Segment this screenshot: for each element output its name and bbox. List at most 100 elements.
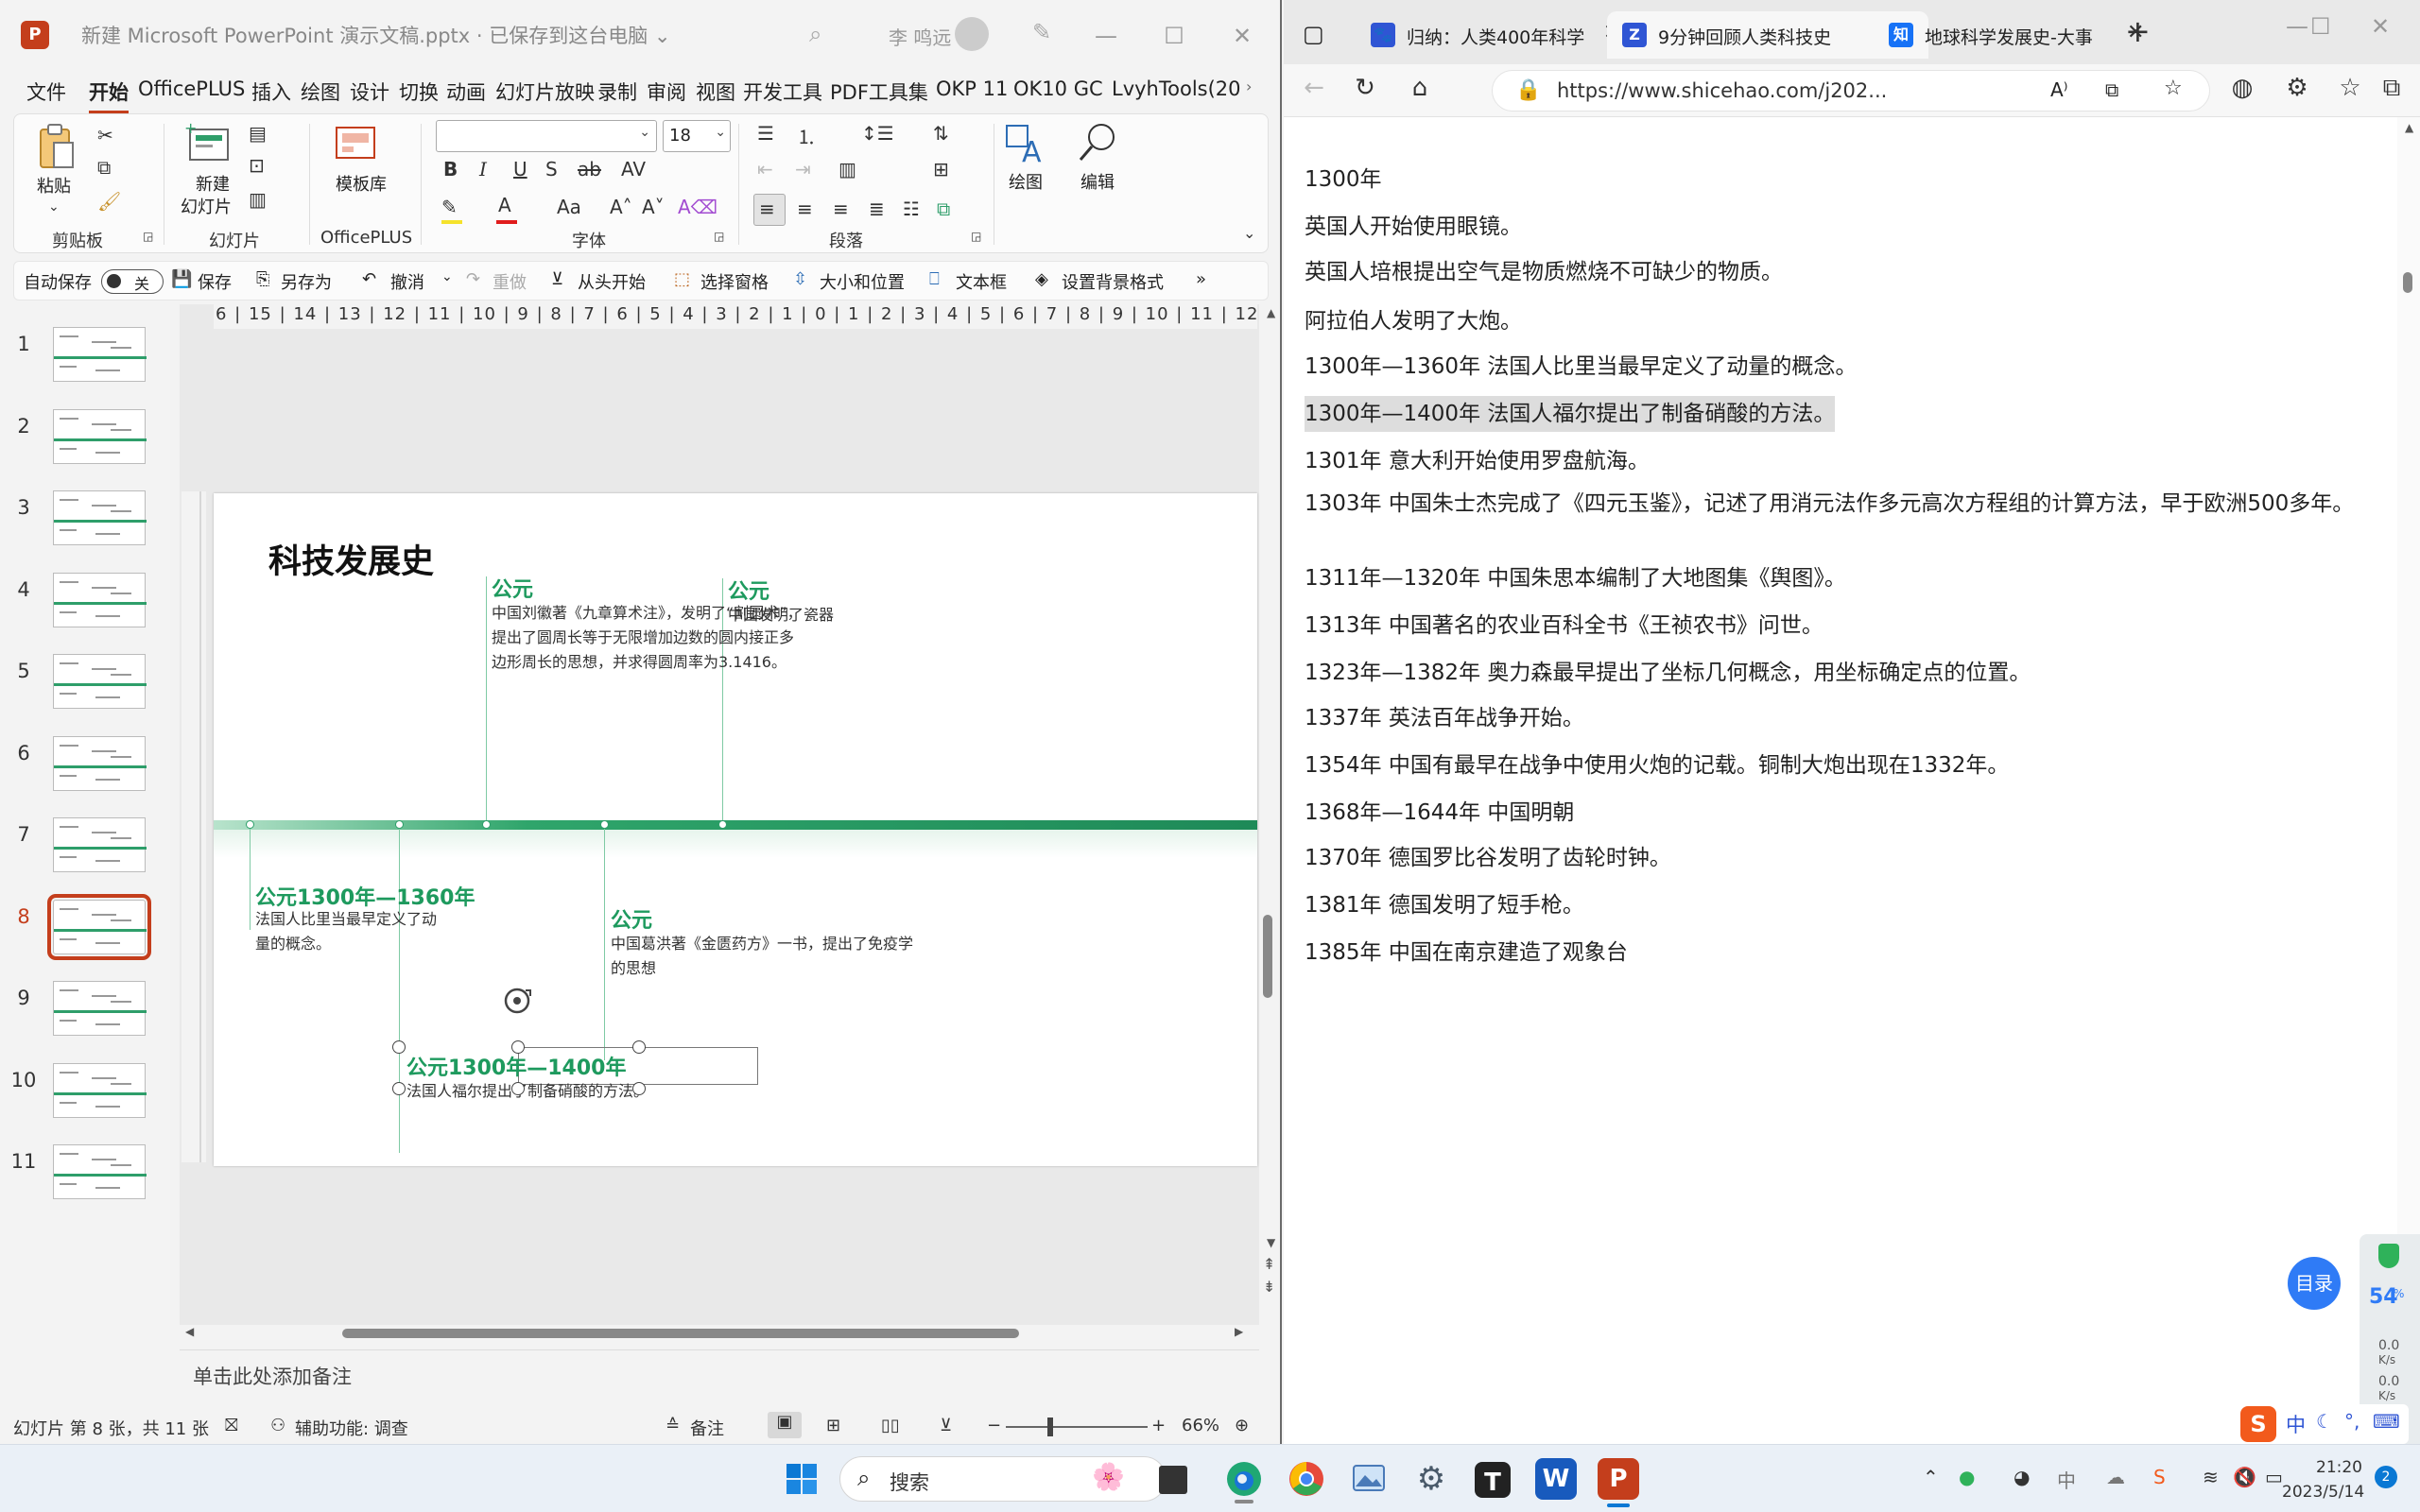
slide-canvas[interactable]: 科技发展史 公元 中国刘徽著《九章算术注》，发明了“割圆术”，提出了圆周长等于无…: [214, 493, 1257, 1166]
chrome-icon[interactable]: [1286, 1458, 1327, 1500]
home-icon[interactable]: ⌂: [1401, 74, 1439, 102]
url-text[interactable]: https://www.shicehao.com/j202...: [1557, 79, 1887, 102]
bold-button[interactable]: B: [443, 158, 458, 180]
change-case-button[interactable]: Aa: [557, 196, 581, 218]
windows-start-icon[interactable]: [781, 1458, 822, 1500]
slideshow-icon[interactable]: ⊻: [940, 1416, 952, 1435]
slide-thumbnail[interactable]: 10: [0, 1061, 180, 1118]
tab-home[interactable]: 开始: [89, 77, 129, 113]
font-color-icon[interactable]: A: [496, 194, 517, 224]
settings-gear-icon[interactable]: ⚙: [1410, 1458, 1452, 1500]
textbox-icon[interactable]: ⎕: [929, 269, 940, 289]
paragraph-launcher-icon[interactable]: ◲: [971, 230, 981, 243]
search-icon[interactable]: ⌕: [809, 21, 821, 47]
keyboard-icon[interactable]: ⌨: [2373, 1410, 2400, 1433]
notes-button[interactable]: 备注: [690, 1416, 724, 1440]
document-title[interactable]: 新建 Microsoft PowerPoint 演示文稿.pptx · 已保存到…: [81, 21, 671, 49]
decrease-indent-icon[interactable]: ⇤: [757, 158, 773, 180]
tab-design[interactable]: 设计: [350, 77, 389, 106]
normal-view-button[interactable]: ▣: [768, 1412, 802, 1438]
copy-icon[interactable]: ⧉: [97, 156, 111, 179]
read-aloud-icon[interactable]: A⁾: [2050, 78, 2068, 101]
bg-format-icon[interactable]: ◈: [1035, 269, 1048, 289]
event-heading[interactable]: 公元: [611, 903, 652, 934]
horizontal-scrollbar[interactable]: ◀ ▶: [185, 1321, 1250, 1346]
ime-lang[interactable]: 中: [2057, 1466, 2076, 1493]
text-direction-icon[interactable]: ⇅: [933, 122, 949, 145]
resize-handle[interactable]: [632, 1040, 646, 1054]
selection-pane-button[interactable]: 选择窗格: [700, 269, 769, 294]
split-screen-icon[interactable]: ⧉: [2105, 78, 2118, 101]
refresh-icon[interactable]: ↻: [1346, 74, 1384, 102]
slide-thumbnail-image[interactable]: [53, 1144, 147, 1199]
vertical-scroll-thumb[interactable]: [1263, 915, 1272, 998]
tab-draw[interactable]: 绘图: [301, 77, 340, 106]
back-icon[interactable]: ←: [1295, 74, 1333, 102]
char-spacing-button[interactable]: AV: [621, 158, 646, 180]
format-painter-icon[interactable]: 🖌: [97, 190, 121, 213]
tab-officeplus[interactable]: OfficePLUS: [138, 77, 245, 100]
minimize-button[interactable]: —: [1087, 17, 1125, 55]
clock-time[interactable]: 21:20: [2316, 1458, 2362, 1477]
bg-format-button[interactable]: 设置背景格式: [1062, 269, 1164, 294]
slide-thumbnail-image[interactable]: [53, 490, 147, 545]
extensions-puzzle-icon[interactable]: ⚙: [2278, 74, 2316, 102]
next-slide-icon[interactable]: ⇟: [1263, 1278, 1275, 1296]
accessibility-status[interactable]: 辅助功能: 调查: [295, 1416, 408, 1440]
underline-button[interactable]: U: [513, 158, 527, 180]
slide-thumbnail[interactable]: 6: [0, 734, 180, 791]
tab-scroll-right-icon[interactable]: ›: [1246, 77, 1252, 95]
event-text[interactable]: 法国人比里当最早定义了动量的概念。: [255, 907, 444, 956]
browser-tab[interactable]: 知 地球科学发展史-大事 ✕: [1874, 11, 2157, 59]
textbox-button[interactable]: 文本框: [956, 269, 1007, 294]
event-heading[interactable]: 公元1300年—1400年: [406, 1051, 626, 1081]
notes-icon[interactable]: ≙: [666, 1416, 680, 1435]
resize-handle[interactable]: [511, 1040, 525, 1054]
tray-overflow-icon[interactable]: ⌃: [1923, 1466, 1939, 1488]
paste-icon[interactable]: [35, 122, 77, 171]
favorites-icon[interactable]: ☆: [2331, 74, 2369, 102]
address-bar[interactable]: 🔒 https://www.shicehao.com/j202... A⁾ ⧉ …: [1492, 70, 2210, 112]
undo-dropdown-icon[interactable]: ⌄: [441, 269, 453, 284]
undo-icon[interactable]: ↶: [362, 269, 376, 289]
italic-button[interactable]: I: [479, 158, 487, 180]
save-as-icon[interactable]: ⎘: [256, 269, 269, 289]
resize-handle[interactable]: [511, 1082, 525, 1095]
battery-icon[interactable]: ▭: [2265, 1466, 2283, 1488]
slide-thumbnail[interactable]: 5: [0, 652, 180, 709]
tab-insert[interactable]: 插入: [251, 77, 291, 106]
wifi-icon[interactable]: ≋: [2203, 1466, 2219, 1488]
slide-thumbnail-image[interactable]: [53, 981, 147, 1036]
task-view-icon[interactable]: [1159, 1466, 1187, 1494]
justify-icon[interactable]: ≣: [869, 198, 885, 220]
slide-thumbnail-image[interactable]: [53, 1062, 147, 1118]
pen-icon[interactable]: ✎: [1032, 19, 1051, 45]
typora-icon[interactable]: T: [1475, 1462, 1511, 1498]
numbering-icon[interactable]: ⒈: [797, 122, 816, 149]
font-size-combo[interactable]: 18 ⌄: [663, 120, 731, 152]
paste-dropdown-icon[interactable]: ⌄: [48, 199, 60, 215]
font-launcher-icon[interactable]: ◲: [714, 230, 724, 243]
toc-button[interactable]: 目录: [2288, 1257, 2341, 1310]
vertical-scrollbar[interactable]: ▲ ▼ ⇞ ⇟: [1259, 304, 1280, 1325]
timeline-bar[interactable]: [214, 820, 1257, 830]
cut-icon[interactable]: ✂: [97, 124, 113, 146]
line-spacing-icon[interactable]: ↕☰: [861, 122, 894, 145]
tab-ok10gc[interactable]: OK10 GC: [1013, 77, 1103, 100]
tab-developer[interactable]: 开发工具: [743, 77, 822, 106]
accessibility-icon[interactable]: ⚇: [270, 1416, 285, 1435]
event-text[interactable]: 中国发明了瓷器: [728, 603, 917, 627]
extension-icon[interactable]: ◍: [2223, 74, 2261, 102]
strikethrough-button[interactable]: ab: [578, 158, 601, 180]
spelling-icon[interactable]: ⛝: [225, 1416, 238, 1435]
slide-thumbnail-image[interactable]: [53, 654, 147, 709]
from-start-button[interactable]: 从头开始: [578, 269, 646, 294]
event-text[interactable]: 法国人福尔提出了制备硝酸的方法。: [406, 1079, 747, 1104]
highlight-icon[interactable]: ✎: [441, 196, 462, 224]
avatar[interactable]: [955, 17, 989, 51]
slide-sorter-icon[interactable]: ⊞: [826, 1416, 840, 1435]
favorite-add-icon[interactable]: ☆: [2164, 77, 2183, 100]
close-button[interactable]: ✕: [2371, 13, 2390, 40]
align-text-icon[interactable]: ⊞: [933, 158, 949, 180]
slide-thumbnail[interactable]: 8: [0, 893, 180, 960]
